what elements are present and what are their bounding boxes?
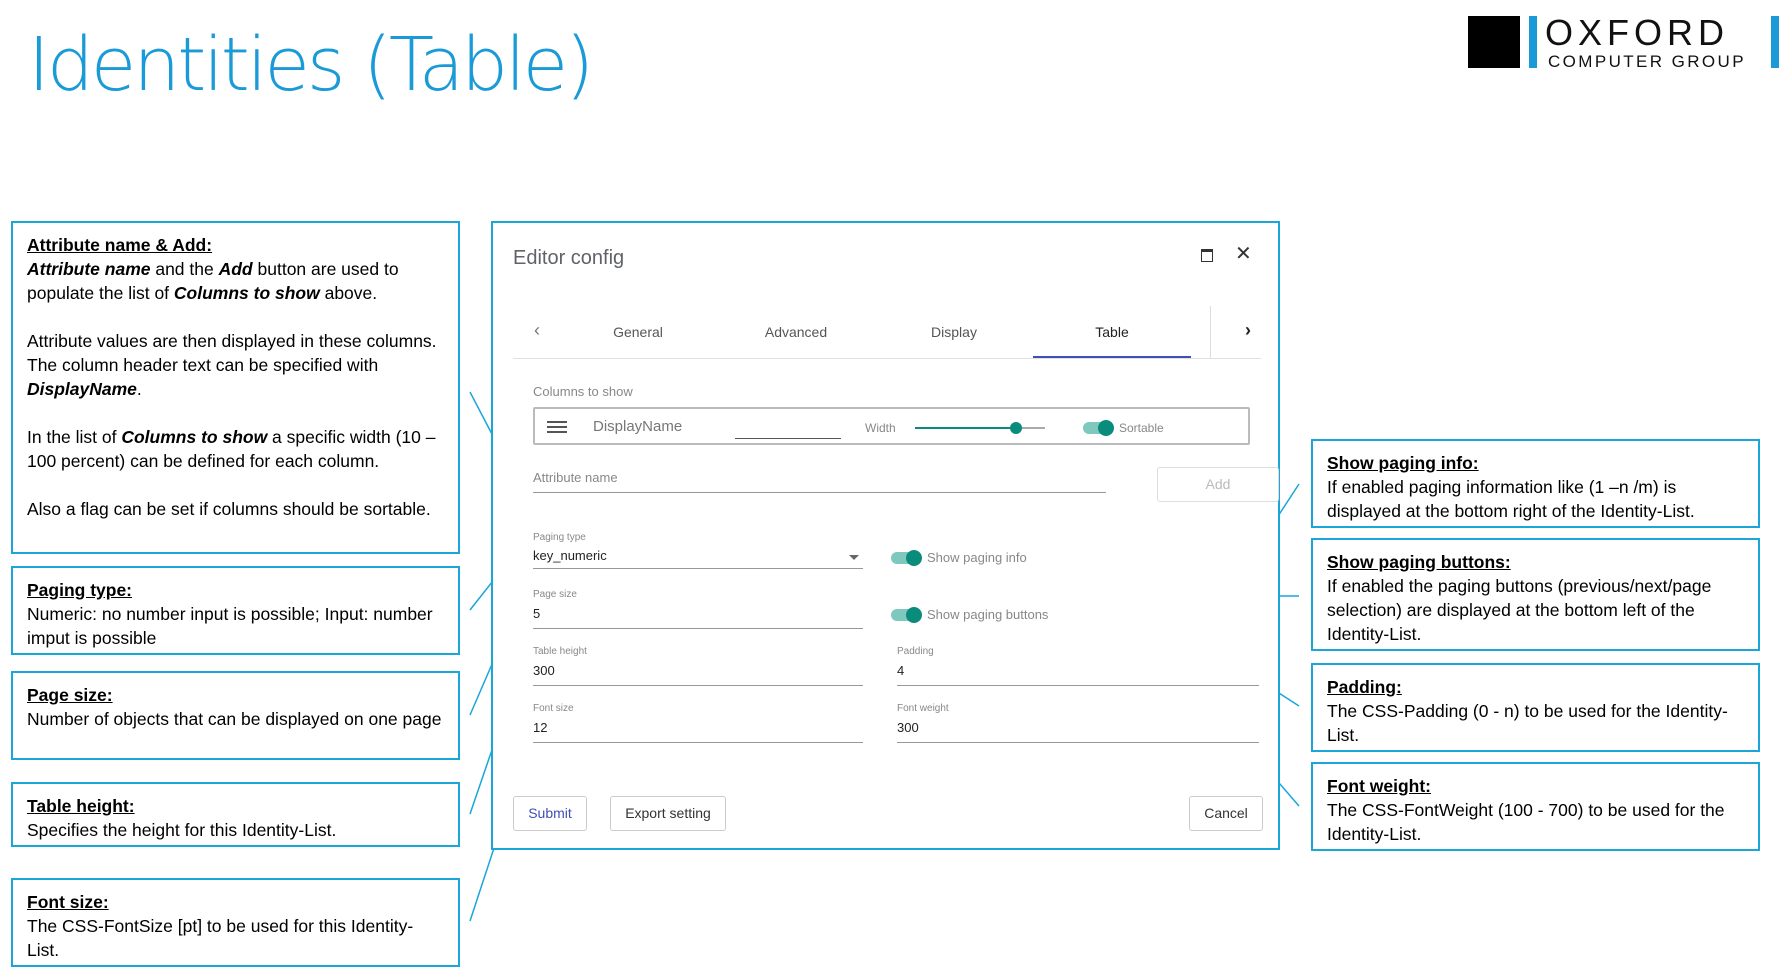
- chevron-down-icon[interactable]: [849, 555, 859, 560]
- note-font-weight: Font weight: The CSS-FontWeight (100 - 7…: [1311, 762, 1760, 851]
- note-padding: Padding: The CSS-Padding (0 - n) to be u…: [1311, 663, 1760, 752]
- tab-divider: [1210, 306, 1211, 358]
- column-row-displayname[interactable]: DisplayName Width Sortable: [533, 407, 1250, 445]
- page-size-label: Page size: [533, 589, 577, 600]
- table-height-label: Table height: [533, 646, 587, 657]
- note-heading: Show paging info:: [1327, 453, 1479, 473]
- note-table-height: Table height: Specifies the height for t…: [11, 782, 460, 847]
- padding-input[interactable]: 4: [897, 663, 904, 678]
- note-paragraph: Also a flag can be set if columns should…: [27, 499, 431, 519]
- logo-bar-left: [1529, 16, 1537, 68]
- logo-line-2: COMPUTER GROUP: [1548, 52, 1746, 71]
- note-paging-type: Paging type: Numeric: no number input is…: [11, 566, 460, 655]
- column-name[interactable]: DisplayName: [593, 418, 682, 435]
- tab-advanced[interactable]: Advanced: [717, 306, 875, 358]
- note-paragraph: In the list of Columns to show a specifi…: [27, 427, 436, 471]
- maximize-icon[interactable]: [1201, 249, 1213, 262]
- logo-black-square: [1468, 16, 1520, 68]
- note-text: The CSS-FontWeight (100 - 700) to be use…: [1327, 800, 1725, 844]
- font-size-underline: [533, 742, 863, 743]
- show-paging-buttons-label: Show paging buttons: [927, 607, 1049, 622]
- show-paging-info-toggle[interactable]: [891, 550, 922, 566]
- font-size-input[interactable]: 12: [533, 720, 547, 735]
- tab-bar: ‹ General Advanced Display Table ›: [513, 306, 1261, 359]
- logo-line-1: OXFORD: [1545, 12, 1730, 53]
- editor-config-dialog: Editor config ✕ ‹ General Advanced Displ…: [491, 221, 1280, 850]
- paging-type-label: Paging type: [533, 532, 586, 543]
- width-slider-track[interactable]: [915, 427, 1015, 429]
- table-height-input[interactable]: 300: [533, 663, 555, 678]
- note-show-paging-buttons: Show paging buttons: If enabled the pagi…: [1311, 538, 1760, 651]
- tab-table[interactable]: Table: [1033, 306, 1191, 358]
- note-heading: Page size:: [27, 685, 113, 705]
- paging-type-select[interactable]: key_numeric: [533, 548, 607, 563]
- logo-bar-right: [1771, 16, 1779, 68]
- note-text: The CSS-FontSize [pt] to be used for thi…: [27, 916, 414, 960]
- page-size-underline: [533, 628, 863, 629]
- show-paging-info-label: Show paging info: [927, 550, 1027, 565]
- note-heading: Padding:: [1327, 677, 1402, 697]
- show-paging-buttons-toggle[interactable]: [891, 607, 922, 623]
- note-text: If enabled paging information like (1 –n…: [1327, 477, 1695, 521]
- font-weight-label: Font weight: [897, 703, 949, 714]
- note-heading: Font weight:: [1327, 776, 1432, 796]
- note-heading: Paging type:: [27, 580, 133, 600]
- attribute-name-underline: [533, 492, 1106, 493]
- note-paragraph: Attribute values are then displayed in t…: [27, 331, 437, 399]
- note-show-paging-info: Show paging info: If enabled paging info…: [1311, 439, 1760, 528]
- chevron-right-icon[interactable]: ›: [1245, 320, 1251, 341]
- drag-handle-icon[interactable]: [547, 421, 567, 433]
- note-text: If enabled the paging buttons (previous/…: [1327, 576, 1712, 644]
- close-icon[interactable]: ✕: [1235, 241, 1252, 266]
- note-paragraph: Attribute name and the Add button are us…: [27, 259, 399, 303]
- width-label: Width: [865, 421, 896, 435]
- table-height-underline: [533, 685, 863, 686]
- add-button[interactable]: Add: [1157, 467, 1279, 502]
- attribute-name-input[interactable]: Attribute name: [533, 470, 618, 485]
- width-slider-knob[interactable]: [1010, 422, 1022, 434]
- padding-label: Padding: [897, 646, 934, 657]
- submit-button[interactable]: Submit: [513, 796, 587, 831]
- note-text: Number of objects that can be displayed …: [27, 709, 442, 729]
- padding-underline: [897, 685, 1259, 686]
- slide-title: Identities (Table): [28, 22, 594, 108]
- note-text: Numeric: no number input is possible; In…: [27, 604, 433, 648]
- note-page-size: Page size: Number of objects that can be…: [11, 671, 460, 760]
- page-size-input[interactable]: 5: [533, 606, 540, 621]
- tab-general[interactable]: General: [559, 306, 717, 358]
- note-text: The CSS-Padding (0 - n) to be used for t…: [1327, 701, 1728, 745]
- company-logo: OXFORD COMPUTER GROUP: [1468, 12, 1780, 72]
- note-heading: Table height:: [27, 796, 135, 816]
- font-size-label: Font size: [533, 703, 574, 714]
- export-setting-button[interactable]: Export setting: [610, 796, 726, 831]
- dialog-title: Editor config: [513, 247, 625, 269]
- cancel-button[interactable]: Cancel: [1189, 796, 1263, 831]
- columns-to-show-label: Columns to show: [533, 384, 633, 399]
- note-attribute-name: Attribute name & Add: Attribute name and…: [11, 221, 460, 554]
- note-heading: Font size:: [27, 892, 109, 912]
- paging-type-underline: [533, 568, 863, 569]
- note-text: Specifies the height for this Identity-L…: [27, 820, 337, 840]
- note-font-size: Font size: The CSS-FontSize [pt] to be u…: [11, 878, 460, 967]
- sortable-toggle[interactable]: [1083, 420, 1114, 436]
- chevron-left-icon[interactable]: ‹: [534, 320, 540, 341]
- note-heading: Show paging buttons:: [1327, 552, 1511, 572]
- font-weight-input[interactable]: 300: [897, 720, 919, 735]
- note-heading: Attribute name & Add:: [27, 235, 213, 255]
- font-weight-underline: [897, 742, 1259, 743]
- sortable-label: Sortable: [1119, 421, 1164, 435]
- tab-display[interactable]: Display: [875, 306, 1033, 358]
- column-name-underline: [735, 438, 841, 439]
